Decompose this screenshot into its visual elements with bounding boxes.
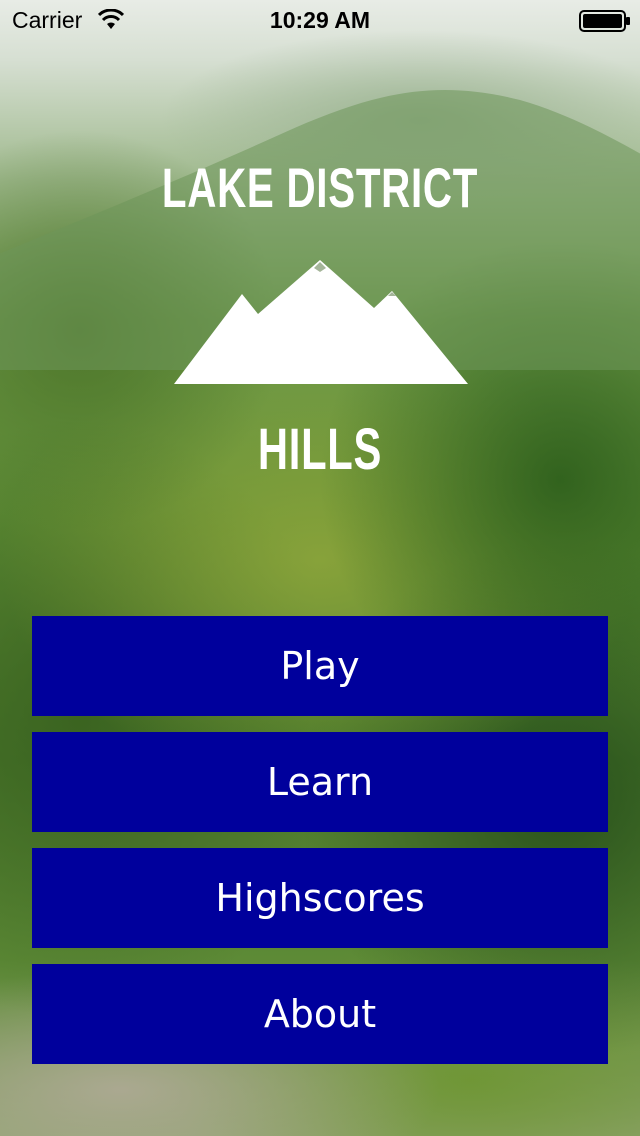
logo-title-line2: HILLS xyxy=(257,417,383,482)
about-button[interactable]: About xyxy=(32,964,608,1064)
app-logo: LAKE DISTRICT HILLS xyxy=(0,150,640,490)
play-button[interactable]: Play xyxy=(32,616,608,716)
learn-button[interactable]: Learn xyxy=(32,732,608,832)
battery-icon xyxy=(579,10,630,32)
logo-title-line1: LAKE DISTRICT xyxy=(161,156,479,219)
status-bar: Carrier 10:29 AM xyxy=(0,0,640,40)
highscores-button[interactable]: Highscores xyxy=(32,848,608,948)
status-time: 10:29 AM xyxy=(269,7,371,33)
mountain-icon xyxy=(174,260,468,384)
main-menu: Play Learn Highscores About xyxy=(32,616,608,1080)
